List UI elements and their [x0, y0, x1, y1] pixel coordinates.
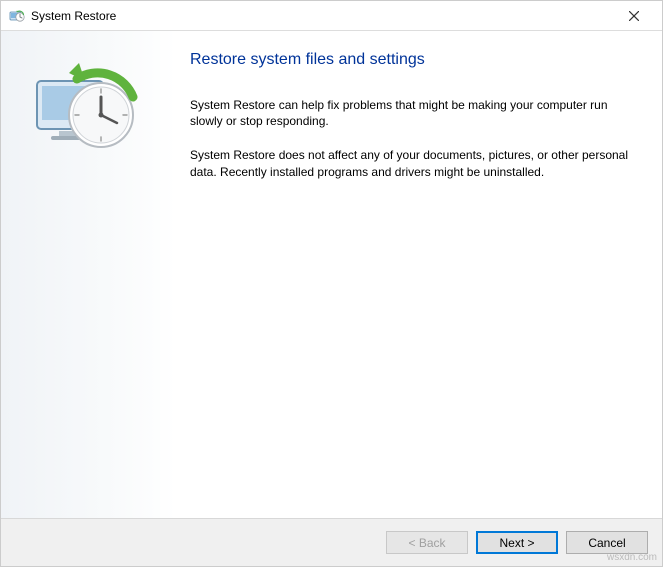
next-button[interactable]: Next >: [476, 531, 558, 554]
cancel-button[interactable]: Cancel: [566, 531, 648, 554]
system-restore-icon: [9, 8, 25, 24]
system-restore-artwork-icon: [29, 51, 149, 171]
watermark: wsxdn.com: [607, 552, 657, 563]
wizard-footer: < Back Next > Cancel: [1, 518, 662, 566]
intro-paragraph-2: System Restore does not affect any of yo…: [190, 147, 632, 179]
sidebar: [1, 31, 176, 518]
titlebar: System Restore: [1, 1, 662, 31]
window-title: System Restore: [31, 9, 614, 23]
close-icon: [629, 11, 639, 21]
close-button[interactable]: [614, 2, 654, 30]
page-heading: Restore system files and settings: [190, 51, 632, 69]
wizard-body: Restore system files and settings System…: [1, 31, 662, 518]
intro-paragraph-1: System Restore can help fix problems tha…: [190, 97, 632, 129]
content-pane: Restore system files and settings System…: [176, 31, 662, 518]
back-button: < Back: [386, 531, 468, 554]
